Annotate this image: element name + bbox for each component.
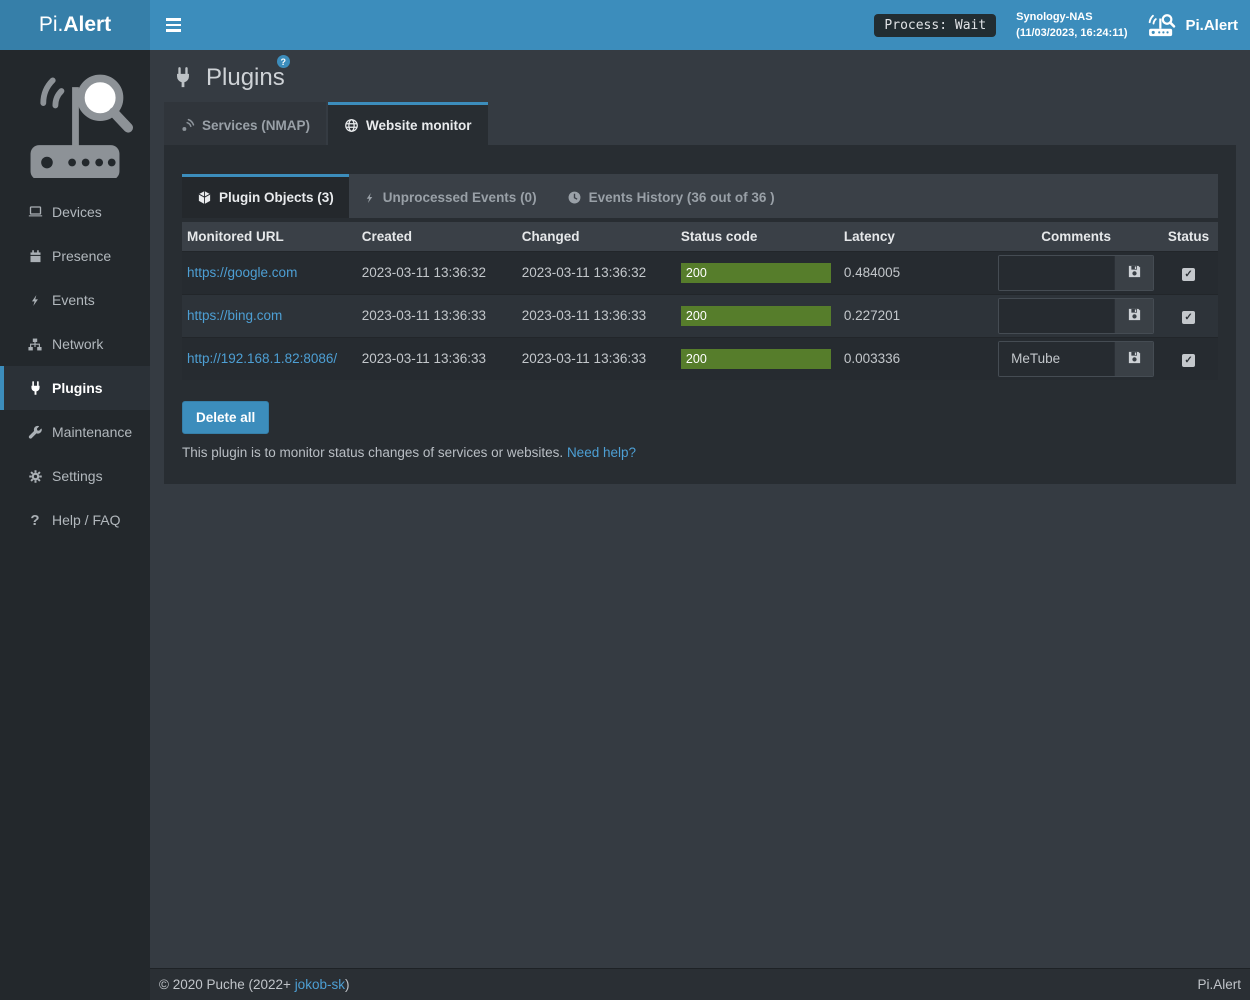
col-monitored-url: Monitored URL [182, 222, 357, 251]
need-help-link[interactable]: Need help? [567, 445, 636, 460]
sidebar-item-presence[interactable]: Presence [0, 234, 150, 278]
status-checkbox[interactable]: ✓ [1182, 311, 1195, 324]
device-name: Synology-NAS [1016, 9, 1127, 26]
brand-logo[interactable]: Pi.Alert [0, 0, 150, 50]
latency-cell: 0.484005 [839, 251, 993, 294]
calendar-icon [25, 249, 45, 264]
bolt-icon [25, 293, 45, 308]
sidebar-menu: Devices Presence Events Network Plugins [0, 190, 150, 542]
comment-input[interactable] [999, 256, 1114, 290]
col-status-code: Status code [676, 222, 839, 251]
title-help-badge[interactable]: ? [277, 55, 290, 68]
status-checkbox[interactable]: ✓ [1182, 354, 1195, 367]
table-row: http://192.168.1.82:8086/ 2023-03-11 13:… [182, 337, 1218, 380]
plug-icon [172, 67, 194, 89]
clock-icon [567, 190, 582, 205]
sitemap-icon [25, 337, 45, 352]
changed-cell: 2023-03-11 13:36:32 [517, 251, 676, 294]
changed-cell: 2023-03-11 13:36:33 [517, 294, 676, 337]
brand-suffix: Alert [63, 13, 111, 37]
monitored-url-link[interactable]: https://google.com [187, 265, 297, 280]
process-status-badge: Process: Wait [874, 14, 996, 37]
col-comments: Comments [993, 222, 1159, 251]
comment-input[interactable] [999, 342, 1114, 376]
bars-icon [166, 18, 181, 21]
sidebar-item-maintenance[interactable]: Maintenance [0, 410, 150, 454]
tab-services-nmap[interactable]: Services (NMAP) [164, 102, 326, 145]
sidebar-item-devices[interactable]: Devices [0, 190, 150, 234]
plugin-data-tabs: Plugin Objects (3) Unprocessed Events (0… [182, 174, 1218, 218]
status-code-bar: 200 [681, 306, 831, 326]
sidebar-item-events[interactable]: Events [0, 278, 150, 322]
router-icon [1147, 13, 1177, 37]
created-cell: 2023-03-11 13:36:33 [357, 337, 517, 380]
floppy-save-icon [1127, 264, 1142, 282]
col-changed: Changed [517, 222, 676, 251]
brand-prefix: Pi. [39, 13, 64, 37]
status-code-bar: 200 [681, 349, 831, 369]
plug-icon [25, 381, 45, 396]
plugin-tabs: Services (NMAP) Website monitor [164, 102, 1236, 145]
content-area: Plugins ? Services (NMAP) Website monito… [150, 50, 1250, 968]
changed-cell: 2023-03-11 13:36:33 [517, 337, 676, 380]
floppy-save-icon [1127, 307, 1142, 325]
device-info: Synology-NAS (11/03/2023, 16:24:11) [1016, 9, 1127, 42]
tab-website-monitor[interactable]: Website monitor [328, 102, 488, 145]
save-comment-button[interactable] [1114, 342, 1153, 376]
status-checkbox[interactable]: ✓ [1182, 268, 1195, 281]
globe-icon [344, 118, 359, 133]
sidebar-item-settings[interactable]: Settings [0, 454, 150, 498]
table-header-row: Monitored URL Created Changed Status cod… [182, 222, 1218, 251]
device-timestamp: (11/03/2023, 16:24:11) [1016, 25, 1127, 42]
app-name: Pi.Alert [1185, 17, 1238, 34]
top-navbar: Pi.Alert Process: Wait Synology-NAS (11/… [0, 0, 1250, 50]
monitored-url-link[interactable]: https://bing.com [187, 308, 282, 323]
delete-all-button[interactable]: Delete all [182, 401, 269, 434]
status-code-bar: 200 [681, 263, 831, 283]
col-created: Created [357, 222, 517, 251]
sidebar-item-network[interactable]: Network [0, 322, 150, 366]
sidebar-item-plugins[interactable]: Plugins [0, 366, 150, 410]
monitored-urls-table: Monitored URL Created Changed Status cod… [182, 222, 1218, 380]
floppy-save-icon [1127, 350, 1142, 368]
tab-events-history[interactable]: Events History (36 out of 36 ) [552, 174, 790, 218]
save-comment-button[interactable] [1114, 299, 1153, 333]
col-status: Status [1159, 222, 1218, 251]
latency-cell: 0.227201 [839, 294, 993, 337]
footer-copyright: © 2020 Puche (2022+ jokob-sk) [159, 977, 349, 992]
table-row: https://bing.com 2023-03-11 13:36:33 202… [182, 294, 1218, 337]
col-latency: Latency [839, 222, 993, 251]
comment-input[interactable] [999, 299, 1114, 333]
footer: © 2020 Puche (2022+ jokob-sk) Pi.Alert [150, 968, 1250, 1000]
website-monitor-panel: Plugin Objects (3) Unprocessed Events (0… [164, 145, 1236, 484]
nmap-signal-icon [180, 118, 195, 133]
wrench-icon [25, 425, 45, 440]
latency-cell: 0.003336 [839, 337, 993, 380]
save-comment-button[interactable] [1114, 256, 1153, 290]
pialert-logo [0, 50, 150, 186]
gear-icon [25, 469, 45, 484]
author-link[interactable]: jokob-sk [295, 977, 345, 992]
table-row: https://google.com 2023-03-11 13:36:32 2… [182, 251, 1218, 294]
footer-app-name: Pi.Alert [1197, 977, 1241, 992]
question-icon: ? [25, 512, 45, 529]
bolt-icon [364, 191, 376, 205]
sidebar-item-help-faq[interactable]: ? Help / FAQ [0, 498, 150, 542]
laptop-icon [25, 204, 45, 220]
app-brand: Pi.Alert [1147, 13, 1238, 37]
sidebar-toggle-button[interactable] [150, 0, 196, 50]
created-cell: 2023-03-11 13:36:33 [357, 294, 517, 337]
page-title: Plugins [172, 64, 285, 92]
sidebar: Devices Presence Events Network Plugins [0, 50, 150, 1000]
tab-unprocessed-events[interactable]: Unprocessed Events (0) [349, 174, 552, 218]
monitored-url-link[interactable]: http://192.168.1.82:8086/ [187, 351, 337, 366]
cube-icon [197, 190, 212, 205]
created-cell: 2023-03-11 13:36:32 [357, 251, 517, 294]
tab-plugin-objects[interactable]: Plugin Objects (3) [182, 174, 349, 218]
plugin-description: This plugin is to monitor status changes… [182, 445, 563, 460]
